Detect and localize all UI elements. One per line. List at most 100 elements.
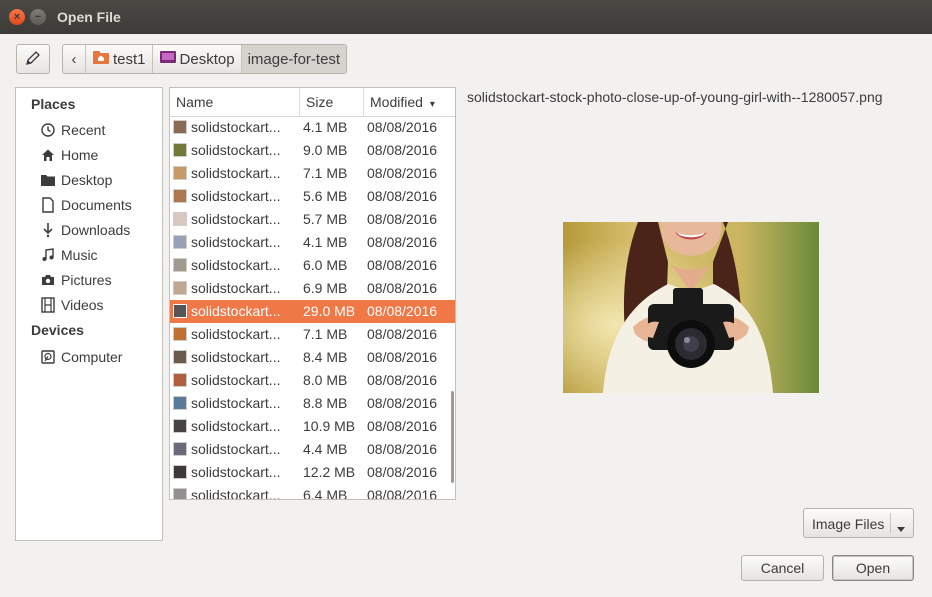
- column-header-label: Modified: [370, 94, 423, 110]
- file-row[interactable]: solidstockart... 10.9 MB 08/08/2016: [170, 415, 455, 438]
- file-name: solidstockart...: [191, 280, 281, 296]
- sidebar-item-pictures[interactable]: Pictures: [16, 267, 162, 292]
- file-name: solidstockart...: [191, 487, 281, 500]
- filter-label: Image Files: [812, 516, 885, 532]
- sidebar-item-music[interactable]: Music: [16, 242, 162, 267]
- file-row[interactable]: solidstockart... 8.4 MB 08/08/2016: [170, 346, 455, 369]
- window-title: Open File: [57, 9, 121, 25]
- harddisk-icon: [40, 349, 56, 365]
- crumb-desktop[interactable]: Desktop: [151, 45, 241, 73]
- file-name: solidstockart...: [191, 372, 281, 388]
- image-thumbnail-icon: [173, 212, 187, 226]
- column-header-label: Size: [306, 94, 334, 110]
- sidebar-item-recent[interactable]: Recent: [16, 117, 162, 142]
- file-name: solidstockart...: [191, 441, 281, 457]
- file-row[interactable]: solidstockart... 4.1 MB 08/08/2016: [170, 116, 455, 139]
- image-thumbnail-icon: [173, 304, 187, 318]
- file-modified: 08/08/2016: [367, 303, 438, 319]
- sidebar-item-downloads[interactable]: Downloads: [16, 217, 162, 242]
- music-icon: [40, 247, 56, 263]
- crumb-test1[interactable]: test1: [85, 45, 152, 73]
- film-icon: [40, 296, 56, 313]
- sidebar-item-home[interactable]: Home: [16, 142, 162, 167]
- file-modified: 08/08/2016: [367, 257, 438, 273]
- file-size: 4.1 MB: [303, 234, 348, 250]
- file-size: 8.0 MB: [303, 372, 348, 388]
- image-thumbnail-icon: [173, 373, 187, 387]
- file-row[interactable]: solidstockart... 4.4 MB 08/08/2016: [170, 438, 455, 461]
- open-button[interactable]: Open: [832, 555, 914, 581]
- path-back-button[interactable]: ‹: [63, 45, 85, 73]
- file-modified: 08/08/2016: [367, 418, 438, 434]
- image-thumbnail-icon: [173, 258, 187, 272]
- file-size: 8.8 MB: [303, 395, 348, 411]
- column-header-size[interactable]: Size: [300, 88, 364, 116]
- file-row[interactable]: solidstockart... 4.1 MB 08/08/2016: [170, 231, 455, 254]
- file-row[interactable]: solidstockart... 8.8 MB 08/08/2016: [170, 392, 455, 415]
- image-thumbnail-icon: [173, 488, 187, 499]
- file-name: solidstockart...: [191, 464, 281, 480]
- sidebar-item-computer[interactable]: Computer: [16, 344, 162, 369]
- file-modified: 08/08/2016: [367, 487, 438, 500]
- file-size: 7.1 MB: [303, 165, 348, 181]
- devices-heading: Devices: [31, 322, 84, 338]
- folder-icon: [40, 172, 56, 188]
- file-row[interactable]: solidstockart... 6.9 MB 08/08/2016: [170, 277, 455, 300]
- file-type-filter[interactable]: Image Files: [803, 508, 914, 538]
- file-name: solidstockart...: [191, 326, 281, 342]
- file-modified: 08/08/2016: [367, 372, 438, 388]
- file-row[interactable]: solidstockart... 7.1 MB 08/08/2016: [170, 323, 455, 346]
- file-row[interactable]: solidstockart... 6.0 MB 08/08/2016: [170, 254, 455, 277]
- document-icon: [40, 196, 56, 213]
- column-header-modified[interactable]: Modified ▾: [364, 88, 455, 116]
- open-file-dialog: × − Open File ‹ test1 Desktop image-for-…: [0, 0, 932, 597]
- scrollbar[interactable]: [451, 391, 454, 483]
- file-name: solidstockart...: [191, 303, 281, 319]
- sidebar-item-videos[interactable]: Videos: [16, 292, 162, 317]
- sidebar-item-documents[interactable]: Documents: [16, 192, 162, 217]
- file-row[interactable]: solidstockart... 12.2 MB 08/08/2016: [170, 461, 455, 484]
- download-icon: [40, 222, 56, 238]
- preview-filename: solidstockart-stock-photo-close-up-of-yo…: [467, 89, 883, 105]
- image-thumbnail-icon: [173, 396, 187, 410]
- file-row[interactable]: solidstockart... 6.4 MB 08/08/2016: [170, 484, 455, 500]
- type-location-button[interactable]: [16, 44, 50, 74]
- file-row[interactable]: solidstockart... 8.0 MB 08/08/2016: [170, 369, 455, 392]
- image-thumbnail-icon: [173, 442, 187, 456]
- file-row[interactable]: solidstockart... 5.6 MB 08/08/2016: [170, 185, 455, 208]
- file-size: 4.4 MB: [303, 441, 348, 457]
- sort-descending-icon: ▾: [429, 99, 435, 110]
- sidebar-item-desktop[interactable]: Desktop: [16, 167, 162, 192]
- cancel-button[interactable]: Cancel: [741, 555, 824, 581]
- file-modified: 08/08/2016: [367, 119, 438, 135]
- sidebar-item-label: Downloads: [61, 221, 131, 238]
- places-heading: Places: [31, 96, 76, 112]
- desktop-folder-icon: [159, 49, 177, 69]
- file-row[interactable]: solidstockart... 29.0 MB 08/08/2016: [170, 300, 455, 323]
- crumb-image-for-test[interactable]: image-for-test: [240, 45, 347, 73]
- file-name: solidstockart...: [191, 119, 281, 135]
- minimize-window-button[interactable]: −: [30, 9, 46, 25]
- path-bar: ‹ test1 Desktop image-for-test: [62, 44, 348, 74]
- crumb-label: Desktop: [179, 50, 235, 68]
- file-name: solidstockart...: [191, 257, 281, 273]
- file-row[interactable]: solidstockart... 7.1 MB 08/08/2016: [170, 162, 455, 185]
- file-size: 6.4 MB: [303, 487, 348, 500]
- file-name: solidstockart...: [191, 142, 281, 158]
- file-row[interactable]: solidstockart... 9.0 MB 08/08/2016: [170, 139, 455, 162]
- file-row[interactable]: solidstockart... 5.7 MB 08/08/2016: [170, 208, 455, 231]
- file-modified: 08/08/2016: [367, 188, 438, 204]
- sidebar-item-label: Pictures: [61, 271, 112, 288]
- column-header-name[interactable]: Name: [170, 88, 300, 116]
- crumb-label: test1: [113, 50, 146, 68]
- file-size: 10.9 MB: [303, 418, 356, 434]
- sidebar-item-label: Videos: [61, 296, 104, 313]
- file-name: solidstockart...: [191, 211, 281, 227]
- title-bar: × − Open File: [0, 0, 932, 34]
- close-window-button[interactable]: ×: [9, 9, 25, 25]
- file-modified: 08/08/2016: [367, 326, 438, 342]
- file-list-header: Name Size Modified ▾: [170, 88, 455, 117]
- image-thumbnail-icon: [173, 327, 187, 341]
- file-size: 9.0 MB: [303, 142, 348, 158]
- file-name: solidstockart...: [191, 165, 281, 181]
